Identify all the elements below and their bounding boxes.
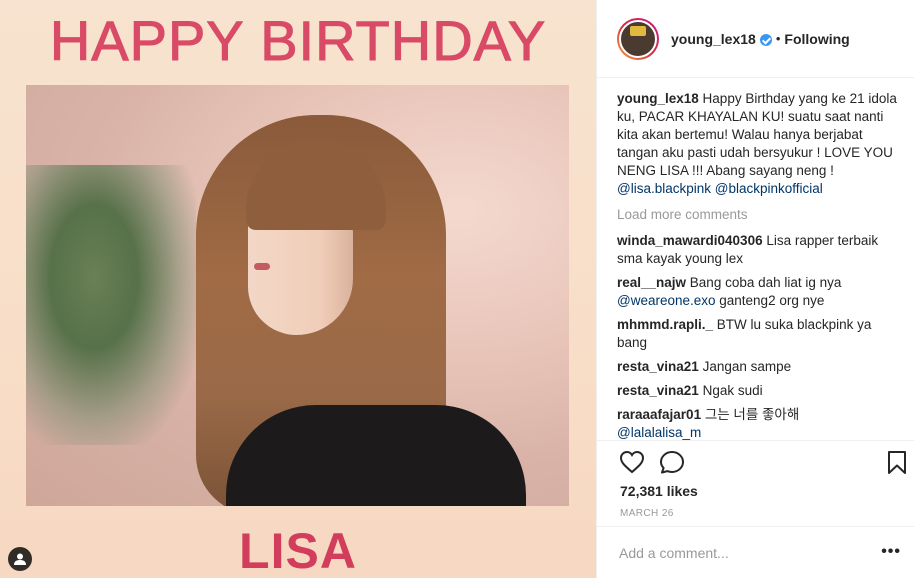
likes-count[interactable]: 72,381 likes xyxy=(620,483,698,499)
user-tag-icon xyxy=(14,553,26,565)
post-date[interactable]: MARCH 26 xyxy=(620,508,674,519)
caption-username[interactable]: young_lex18 xyxy=(617,91,699,106)
comment-text: 그는 너를 좋아해 xyxy=(701,407,800,422)
comment-item: mhmmd.rapli._ BTW lu suka blackpink ya b… xyxy=(617,316,897,352)
avatar[interactable] xyxy=(617,17,659,60)
load-more-comments-button[interactable]: Load more comments xyxy=(617,206,897,224)
post-media[interactable]: HAPPY BIRTHDAY LISA xyxy=(0,0,596,578)
caption-mention-lisa[interactable]: @lisa.blackpink xyxy=(617,181,711,196)
comment-item: resta_vina21 Jangan sampe xyxy=(617,358,897,376)
header-separator: • xyxy=(775,31,781,46)
verified-icon xyxy=(759,33,772,46)
comment-item: real__najw Bang coba dah liat ig nya @we… xyxy=(617,274,897,310)
following-button[interactable]: Following xyxy=(784,31,849,47)
caption-mention-blackpink[interactable]: @blackpinkofficial xyxy=(715,181,823,196)
avatar-image xyxy=(619,19,657,58)
comment-text-after: ganteng2 org nye xyxy=(715,293,825,308)
comment-username[interactable]: raraaafajar01 xyxy=(617,407,701,422)
add-comment-section: ••• xyxy=(597,526,914,578)
add-comment-input[interactable] xyxy=(619,545,859,561)
comment-text: Ngak sudi xyxy=(698,383,763,398)
comment-text: Jangan sampe xyxy=(698,359,792,374)
header-username[interactable]: young_lex18 xyxy=(671,31,756,47)
comment-username[interactable]: resta_vina21 xyxy=(617,383,699,398)
bookmark-icon[interactable] xyxy=(887,450,907,475)
comment-text: Bang coba dah liat ig nya xyxy=(686,275,842,290)
photo-foliage xyxy=(26,165,196,445)
photo-coat xyxy=(226,405,526,506)
comment-username[interactable]: real__najw xyxy=(617,275,686,290)
comment-icon[interactable] xyxy=(659,450,685,474)
comment-username[interactable]: resta_vina21 xyxy=(617,359,699,374)
comment-mention[interactable]: @weareone.exo xyxy=(617,293,716,308)
post-caption: young_lex18 Happy Birthday yang ke 21 id… xyxy=(617,90,897,198)
post-header: young_lex18 • Following xyxy=(597,0,914,78)
comment-item: resta_vina21 Ngak sudi xyxy=(617,382,897,400)
image-name-text: LISA xyxy=(239,523,357,578)
post-photo xyxy=(26,85,569,506)
user-tag-button[interactable] xyxy=(8,547,32,571)
action-bar xyxy=(597,440,914,480)
comment-username[interactable]: winda_mawardi040306 xyxy=(617,233,763,248)
post-sidebar: young_lex18 • Following young_lex18 Happ… xyxy=(596,0,914,578)
comment-username[interactable]: mhmmd.rapli._ xyxy=(617,317,713,332)
comment-mention[interactable]: @lalalalisa_m xyxy=(617,425,701,440)
image-title-text: HAPPY BIRTHDAY xyxy=(49,9,547,73)
comments-list[interactable]: young_lex18 Happy Birthday yang ke 21 id… xyxy=(617,90,897,440)
photo-lips xyxy=(254,263,270,270)
comment-item: raraaafajar01 그는 너를 좋아해 @lalalalisa_m xyxy=(617,406,897,440)
more-options-button[interactable]: ••• xyxy=(881,543,901,561)
comment-item: winda_mawardi040306 Lisa rapper terbaik … xyxy=(617,232,897,268)
heart-icon[interactable] xyxy=(619,450,645,474)
